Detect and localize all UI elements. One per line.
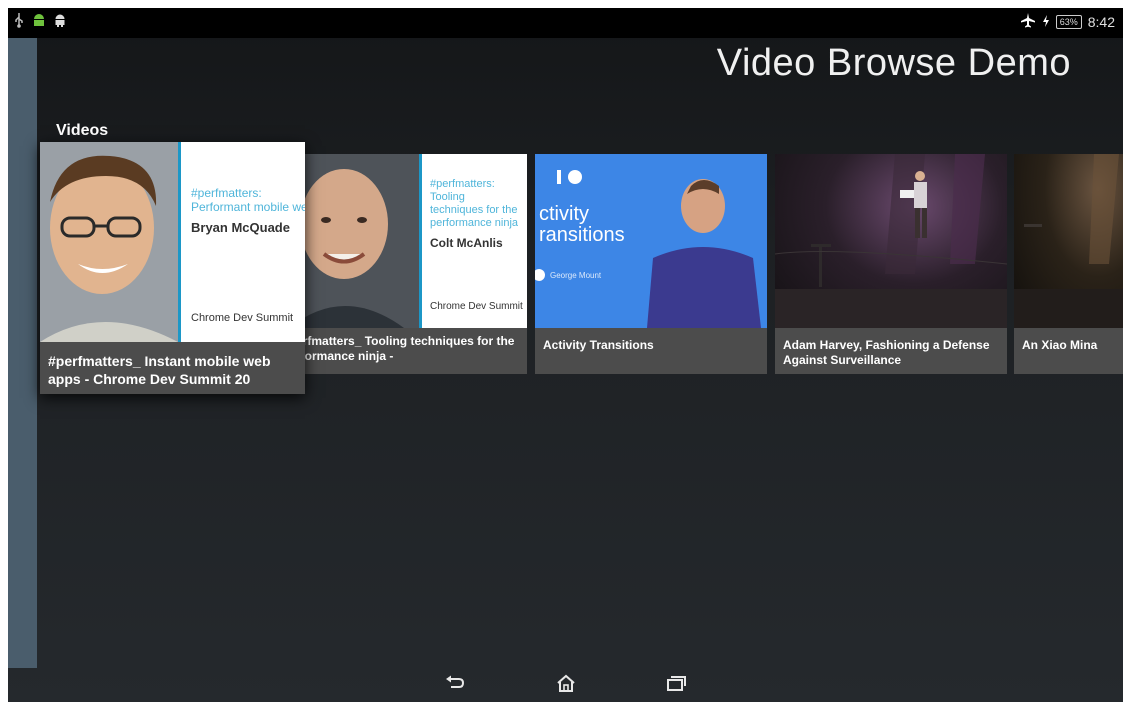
slide-subtitle: Performant mobile we xyxy=(191,200,305,214)
speaker-photo xyxy=(40,142,178,342)
android-notification-icon xyxy=(32,12,46,33)
video-card[interactable]: #perfmatters: Tooling techniques for the… xyxy=(274,154,527,374)
charging-icon xyxy=(1042,14,1050,30)
tablet-screen: 63% 8:42 Video Browse Demo Videos #perfm… xyxy=(8,8,1123,702)
navigation-bar xyxy=(8,668,1123,702)
video-card[interactable]: ctivity ransitions George Mount Activity… xyxy=(535,154,767,374)
back-button[interactable] xyxy=(440,674,470,696)
stage-photo xyxy=(775,154,1007,328)
page-title: Video Browse Demo xyxy=(716,42,1071,84)
video-title: Adam Harvey, Fashioning a Defense Agains… xyxy=(783,338,990,367)
svg-text:ctivity: ctivity xyxy=(539,203,589,225)
slide-speaker: Bryan McQuade xyxy=(191,220,290,235)
clock: 8:42 xyxy=(1087,13,1115,30)
video-thumbnail xyxy=(775,154,1007,328)
slide-speaker: Colt McAnlis xyxy=(430,236,503,250)
battery-indicator: 63% xyxy=(1055,14,1082,29)
status-bar: 63% 8:42 xyxy=(8,8,1123,38)
slide-hashtag: #perfmatters: xyxy=(430,178,495,190)
video-card[interactable]: Adam Harvey, Fashioning a Defense Agains… xyxy=(775,154,1007,374)
video-card-focused[interactable]: #perfmatters: Performant mobile we Bryan… xyxy=(40,142,305,394)
back-icon xyxy=(445,675,465,696)
side-strip xyxy=(8,38,37,668)
slide-footer: Chrome Dev Summit xyxy=(191,312,294,324)
video-title: Activity Transitions xyxy=(543,338,654,352)
usb-icon xyxy=(14,12,24,33)
video-thumbnail xyxy=(1014,154,1123,328)
home-button[interactable] xyxy=(551,674,581,696)
slide-hashtag: #perfmatters: xyxy=(191,186,262,200)
svg-text:George Mount: George Mount xyxy=(550,271,602,280)
video-title: An Xiao Mina xyxy=(1022,338,1098,352)
video-title: #perfmatters_ Instant mobile web apps - … xyxy=(48,353,271,387)
recents-icon xyxy=(666,675,686,696)
video-thumbnail: #perfmatters: Tooling techniques for the… xyxy=(274,154,527,328)
video-title: #perfmatters_ Tooling techniques for the… xyxy=(282,334,515,363)
video-card[interactable]: An Xiao Mina xyxy=(1014,154,1123,374)
android-debug-icon xyxy=(54,12,66,33)
home-icon xyxy=(556,674,576,697)
slide-footer: Chrome Dev Summit xyxy=(430,301,523,312)
video-thumbnail: #perfmatters: Performant mobile we Bryan… xyxy=(40,142,305,342)
slide-subtitle: Tooling techniques for the performance n… xyxy=(430,191,519,229)
airplane-mode-icon xyxy=(1020,12,1036,31)
recents-button[interactable] xyxy=(661,674,691,696)
slide-panel: #perfmatters: Tooling techniques for the… xyxy=(419,154,527,328)
row-header-videos: Videos xyxy=(56,122,109,139)
stage-photo xyxy=(1014,154,1123,328)
io-slide: ctivity ransitions George Mount xyxy=(535,154,767,328)
video-thumbnail: ctivity ransitions George Mount xyxy=(535,154,767,328)
svg-text:ransitions: ransitions xyxy=(539,224,625,246)
slide-panel: #perfmatters: Performant mobile we Bryan… xyxy=(178,142,305,342)
